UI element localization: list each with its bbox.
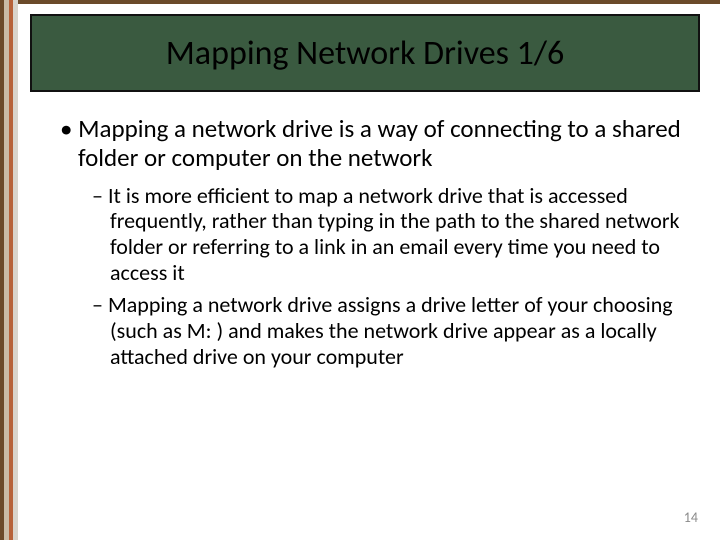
bullet-sub-2: Mapping a network drive assigns a drive …: [92, 292, 692, 370]
bullet-sub-1: It is more efficient to map a network dr…: [92, 183, 692, 287]
top-border-line: [0, 0, 720, 4]
title-container: Mapping Network Drives 1/6: [30, 14, 700, 92]
sub-bullet-list: It is more efficient to map a network dr…: [92, 183, 692, 371]
page-number: 14: [684, 509, 698, 526]
slide-title: Mapping Network Drives 1/6: [166, 33, 565, 74]
content-area: Mapping a network drive is a way of conn…: [36, 115, 692, 500]
left-stripe-group: [0, 0, 18, 540]
bullet-main: Mapping a network drive is a way of conn…: [60, 115, 692, 173]
stripe-cream: [13, 0, 18, 540]
